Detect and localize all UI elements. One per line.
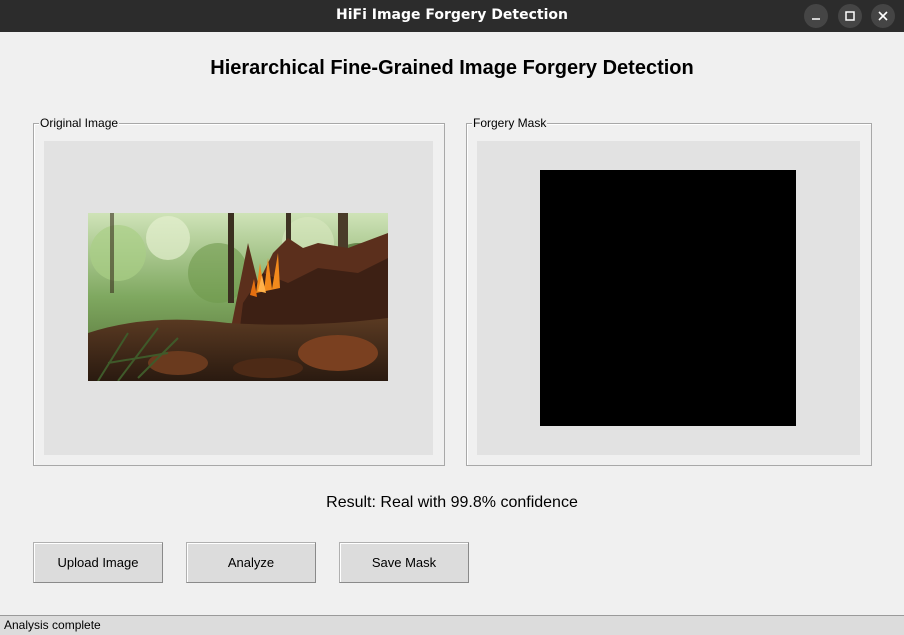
close-icon	[878, 11, 888, 21]
result-text: Result: Real with 99.8% confidence	[326, 494, 578, 511]
minimize-button[interactable]	[804, 4, 828, 28]
original-image-preview	[88, 213, 388, 381]
window-title: HiFi Image Forgery Detection	[335, 7, 568, 23]
upload-image-button[interactable]: Upload Image	[33, 542, 163, 583]
save-mask-button[interactable]: Save Mask	[339, 542, 469, 583]
app-window: HiFi Image Forgery Detection Hierarchica…	[0, 0, 904, 635]
maximize-button[interactable]	[838, 4, 862, 28]
original-image-label: Original Image	[39, 116, 120, 130]
forgery-mask-label: Forgery Mask	[472, 116, 548, 130]
minimize-icon	[812, 18, 820, 20]
forgery-mask-image	[540, 170, 796, 426]
analyze-button[interactable]: Analyze	[186, 542, 316, 583]
status-text: Analysis complete	[4, 618, 101, 632]
status-bar: Analysis complete	[0, 615, 904, 635]
maximize-icon	[845, 11, 855, 21]
close-button[interactable]	[871, 4, 895, 28]
page-title: Hierarchical Fine-Grained Image Forgery …	[210, 57, 694, 79]
title-bar[interactable]: HiFi Image Forgery Detection	[0, 0, 904, 32]
